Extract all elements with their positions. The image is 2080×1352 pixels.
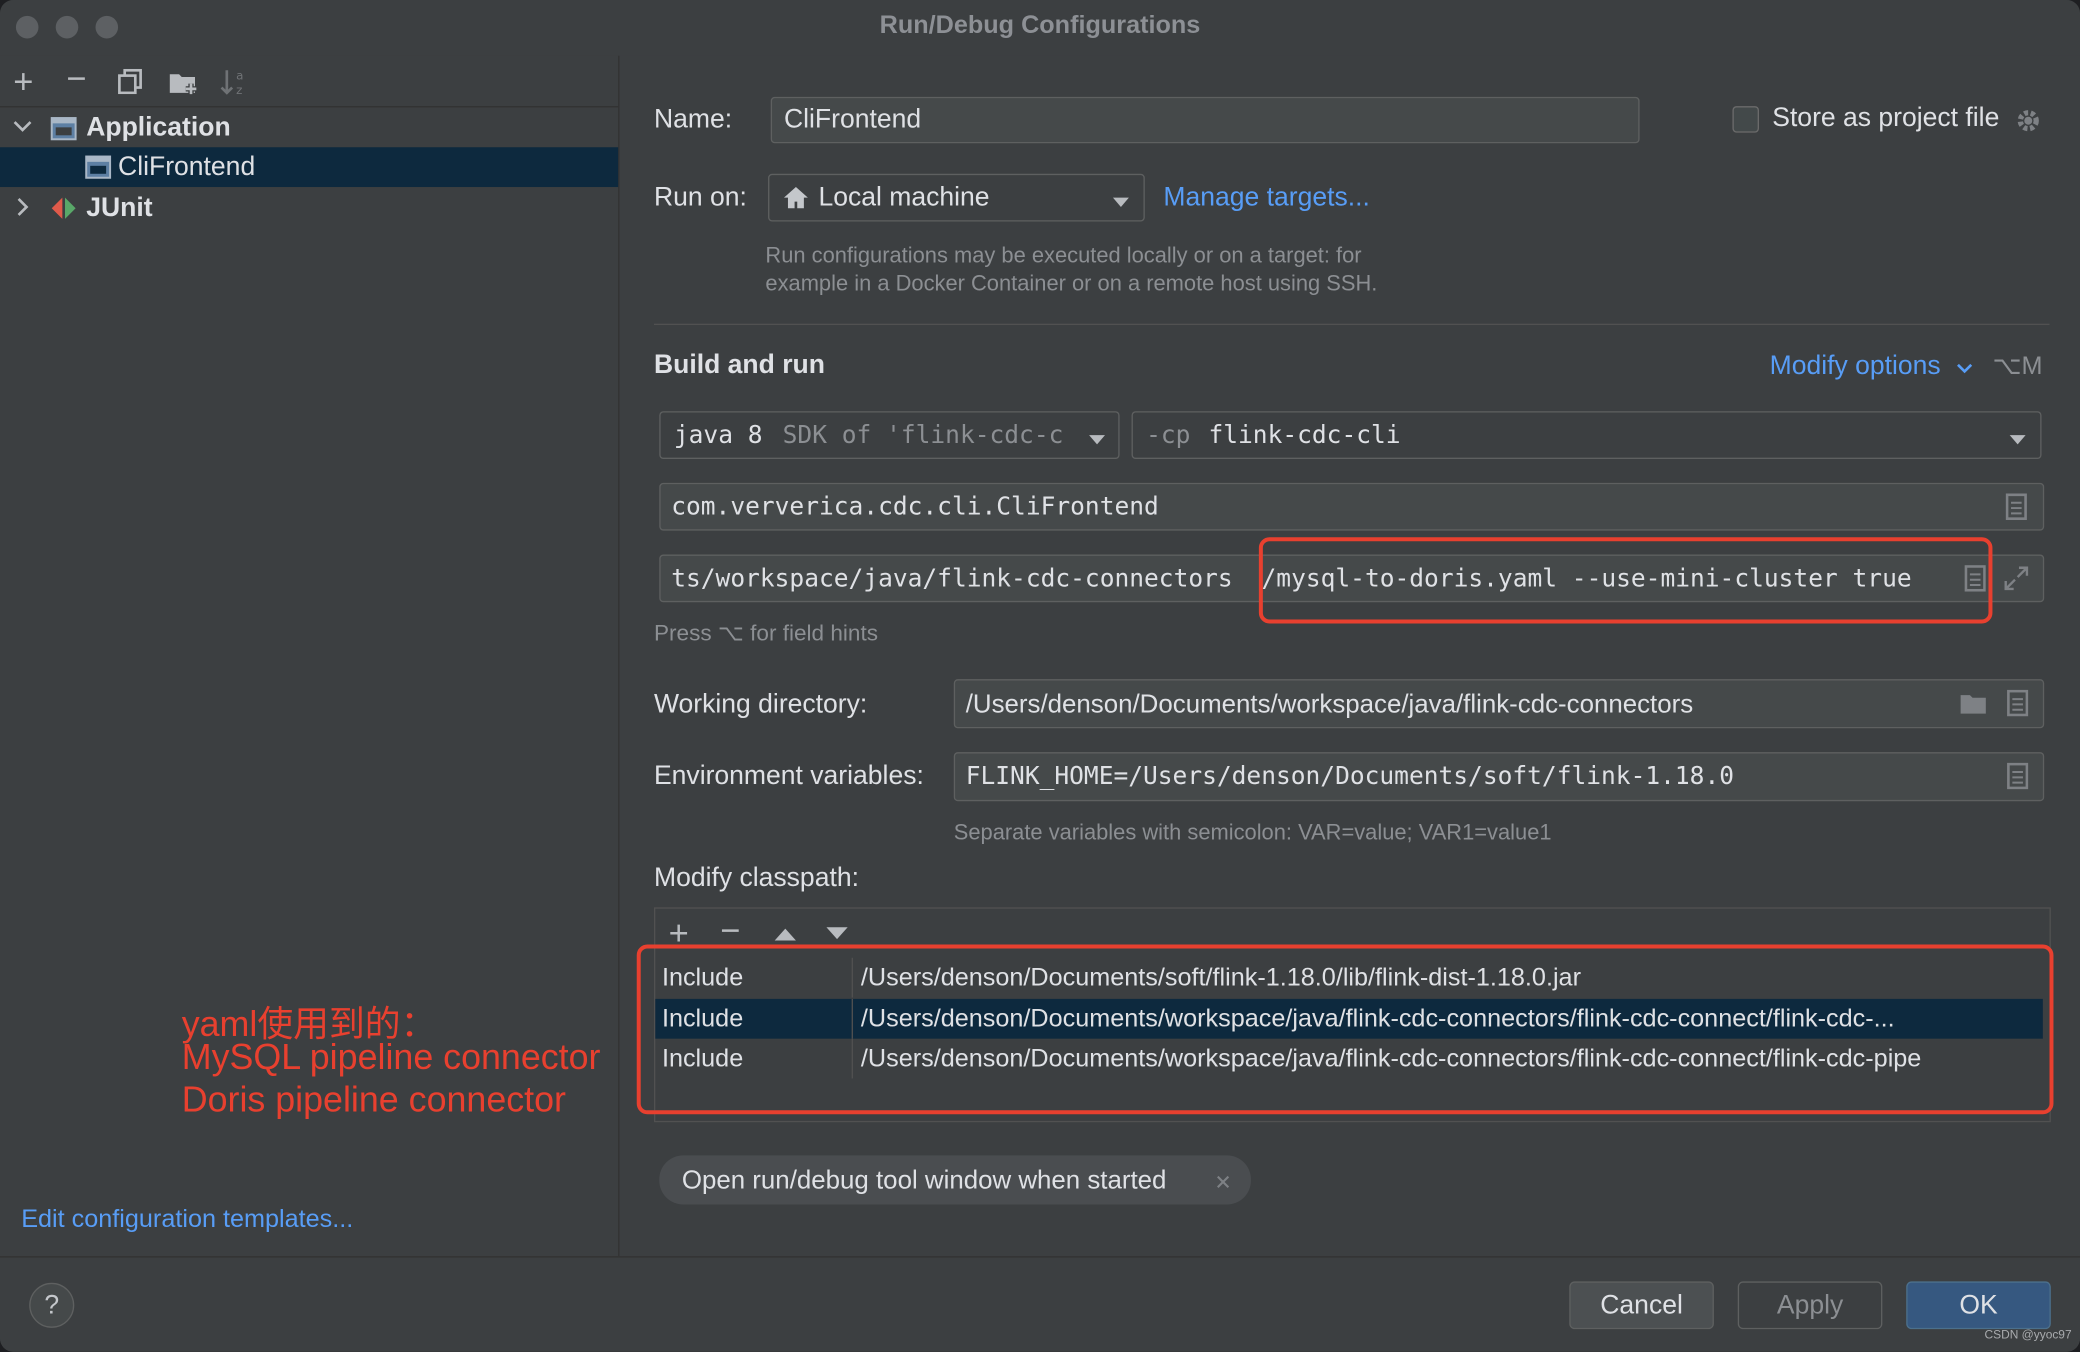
working-directory-label: Working directory: — [653, 689, 868, 719]
tree-item-label: CliFrontend — [118, 152, 256, 182]
jdk-version: java 8 — [673, 421, 763, 450]
sort-icon[interactable]: az — [219, 66, 251, 104]
field-hints-text: Press ⌥ for field hints — [653, 620, 878, 647]
classpath-highlight-box — [636, 944, 2054, 1115]
add-icon[interactable]: + — [13, 61, 33, 102]
tree-item-label: JUnit — [86, 193, 153, 223]
ok-button[interactable]: OK — [1906, 1281, 2051, 1330]
chevron-down-icon — [1112, 192, 1131, 216]
new-folder-icon[interactable] — [168, 69, 200, 102]
edit-templates-link[interactable]: Edit configuration templates... — [21, 1206, 353, 1235]
store-as-project-label: Store as project file — [1772, 103, 2000, 133]
copy-icon[interactable] — [117, 68, 144, 101]
watermark: CSDN @yyoc97 — [1984, 1327, 2072, 1342]
svg-text:a: a — [236, 69, 243, 83]
jdk-sdk-hint: SDK of 'flink-cdc-c — [782, 421, 1064, 450]
application-config-icon — [50, 115, 77, 148]
build-and-run-heading: Build and run — [653, 350, 825, 380]
browse-icon[interactable] — [2007, 762, 2029, 796]
chevron-down-icon — [2008, 430, 2027, 454]
env-variables-value: FLINK_HOME=/Users/denson/Documents/soft/… — [965, 762, 1735, 791]
working-directory-value: /Users/denson/Documents/workspace/java/f… — [965, 689, 1694, 719]
run-on-hint-line-2: example in a Docker Container or on a re… — [765, 271, 1378, 296]
run-on-dropdown[interactable]: Local machine — [768, 173, 1145, 222]
program-args-part-1: ts/workspace/java/flink-cdc-connectors — [671, 565, 1233, 593]
annotation-line-2: MySQL pipeline connector — [181, 1037, 601, 1078]
tree-item-application[interactable]: Application — [0, 110, 618, 147]
name-field-value: CliFrontend — [783, 104, 922, 134]
remove-icon[interactable]: − — [66, 58, 86, 99]
cancel-button[interactable]: Cancel — [1569, 1281, 1714, 1330]
run-on-value: Local machine — [818, 183, 990, 213]
jdk-dropdown[interactable]: java 8 SDK of 'flink-cdc-c — [659, 411, 1120, 459]
run-on-hint-line-1: Run configurations may be executed local… — [765, 244, 1362, 268]
modify-classpath-label: Modify classpath: — [653, 863, 859, 893]
expand-icon[interactable] — [2003, 565, 2030, 598]
close-icon[interactable] — [1215, 1173, 1231, 1197]
home-icon — [783, 186, 810, 217]
chip-label: Open run/debug tool window when started — [681, 1166, 1167, 1196]
apply-button[interactable]: Apply — [1737, 1281, 1883, 1330]
cp-prefix: -cp — [1146, 421, 1191, 450]
tree-item-clifrontend[interactable]: CliFrontend — [0, 149, 618, 186]
folder-icon[interactable] — [1959, 692, 1988, 723]
cp-module-value: flink-cdc-cli — [1208, 421, 1401, 450]
name-field[interactable]: CliFrontend — [770, 96, 1640, 144]
gear-icon[interactable] — [2014, 106, 2043, 142]
tree-item-label: Application — [86, 112, 231, 142]
help-icon: ? — [44, 1290, 60, 1320]
chevron-right-icon[interactable] — [12, 196, 33, 224]
help-button[interactable]: ? — [29, 1282, 75, 1328]
env-variables-field[interactable]: FLINK_HOME=/Users/denson/Documents/soft/… — [953, 752, 2045, 802]
title-bar: Run/Debug Configurations — [0, 0, 2080, 56]
chevron-down-icon[interactable] — [12, 115, 33, 143]
module-classpath-dropdown[interactable]: -cp flink-cdc-cli — [1131, 411, 2042, 459]
browse-icon[interactable] — [2005, 493, 2027, 526]
store-as-project-checkbox[interactable] — [1732, 106, 1759, 133]
env-variables-hint: Separate variables with semicolon: VAR=v… — [953, 821, 1552, 845]
tree-item-junit[interactable]: JUnit — [0, 190, 618, 227]
chevron-down-icon — [1088, 430, 1107, 454]
junit-icon — [50, 196, 77, 227]
modify-options-shortcut: ⌥M — [1992, 352, 2043, 381]
main-class-field[interactable]: com.ververica.cdc.cli.CliFrontend — [659, 482, 2045, 531]
main-class-value: com.ververica.cdc.cli.CliFrontend — [671, 493, 1159, 522]
manage-targets-link[interactable]: Manage targets... — [1163, 183, 1369, 214]
chevron-down-icon[interactable] — [1957, 358, 1973, 382]
annotation-line-3: Doris pipeline connector — [181, 1079, 566, 1120]
modify-options-link[interactable]: Modify options — [1770, 352, 1941, 383]
application-config-icon — [85, 154, 112, 187]
window-title: Run/Debug Configurations — [879, 11, 1201, 40]
run-on-label: Run on: — [653, 183, 747, 213]
svg-text:z: z — [236, 83, 242, 97]
program-args-highlight-box — [1258, 537, 1993, 624]
run-debug-dialog: Run/Debug Configurations + − az Applicat… — [0, 0, 2080, 1352]
env-variables-label: Environment variables: — [653, 761, 924, 791]
working-directory-field[interactable]: /Users/denson/Documents/workspace/java/f… — [953, 679, 2045, 729]
browse-icon[interactable] — [2007, 689, 2029, 723]
option-chip[interactable]: Open run/debug tool window when started — [659, 1155, 1251, 1205]
name-label: Name: — [653, 104, 733, 134]
